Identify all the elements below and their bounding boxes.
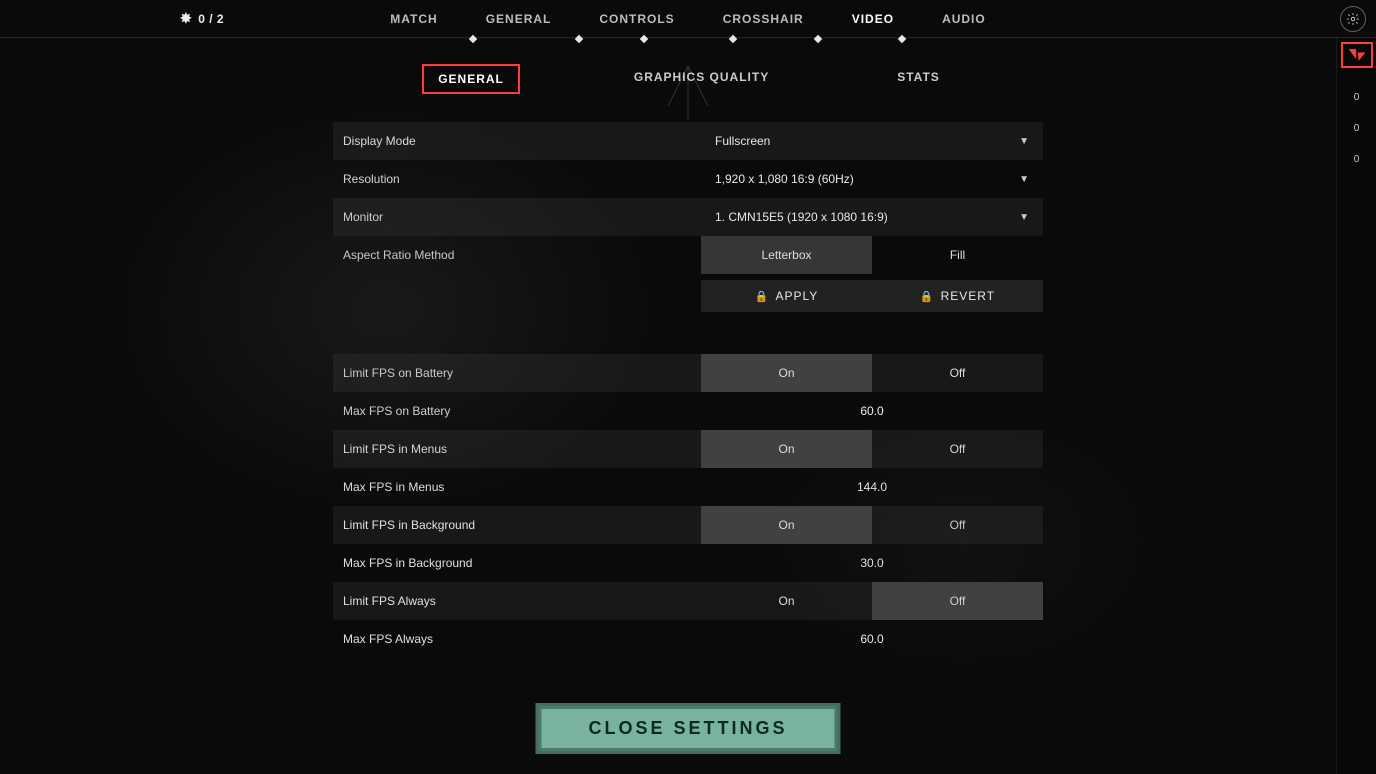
limit-fps-battery-off[interactable]: Off (872, 354, 1043, 392)
revert-button[interactable]: 🔒 REVERT (872, 280, 1043, 312)
row-limit-fps-always: Limit FPS Always On Off (333, 582, 1043, 620)
row-aspect-ratio: Aspect Ratio Method Letterbox Fill (333, 236, 1043, 274)
apply-button[interactable]: 🔒 APPLY (701, 280, 872, 312)
label-resolution: Resolution (333, 160, 701, 198)
row-limit-fps-battery: Limit FPS on Battery On Off (333, 354, 1043, 392)
limit-fps-menus-on[interactable]: On (701, 430, 872, 468)
subtab-graphics-quality[interactable]: GRAPHICS QUALITY (620, 64, 783, 94)
aspect-ratio-letterbox[interactable]: Letterbox (701, 236, 872, 274)
chevron-down-icon: ▼ (1019, 174, 1029, 185)
row-max-fps-menus: Max FPS in Menus 144.0 (333, 468, 1043, 506)
social-sidebar: 0 0 0 (1336, 38, 1376, 774)
sidebar-count-1: 0 (1354, 92, 1360, 103)
dropdown-display-mode[interactable]: Fullscreen ▼ (701, 122, 1043, 160)
currency-value: 0 / 2 (198, 12, 224, 26)
label-aspect-ratio: Aspect Ratio Method (333, 236, 701, 274)
row-monitor: Monitor 1. CMN15E5 (1920 x 1080 16:9) ▼ (333, 198, 1043, 236)
max-fps-bg-value[interactable]: 30.0 (701, 544, 1043, 582)
row-display-mode: Display Mode Fullscreen ▼ (333, 122, 1043, 160)
row-max-fps-battery: Max FPS on Battery 60.0 (333, 392, 1043, 430)
subtab-general[interactable]: GENERAL (422, 64, 520, 94)
sidebar-count-3: 0 (1354, 154, 1360, 165)
label-monitor: Monitor (333, 198, 701, 236)
row-max-fps-background: Max FPS in Background 30.0 (333, 544, 1043, 582)
tab-match[interactable]: MATCH (390, 12, 437, 26)
top-bar: ✸ 0 / 2 MATCH GENERAL CONTROLS CROSSHAIR… (0, 0, 1376, 38)
max-fps-battery-value[interactable]: 60.0 (701, 392, 1043, 430)
max-fps-menus-value[interactable]: 144.0 (701, 468, 1043, 506)
limit-fps-always-on[interactable]: On (701, 582, 872, 620)
limit-fps-bg-on[interactable]: On (701, 506, 872, 544)
settings-gear-icon[interactable] (1340, 6, 1366, 32)
limit-fps-bg-off[interactable]: Off (872, 506, 1043, 544)
row-limit-fps-menus: Limit FPS in Menus On Off (333, 430, 1043, 468)
aspect-ratio-fill[interactable]: Fill (872, 236, 1043, 274)
spark-icon: ✸ (180, 10, 192, 27)
video-subtabs: GENERAL GRAPHICS QUALITY STATS (0, 64, 1376, 94)
tab-general[interactable]: GENERAL (486, 12, 552, 26)
tab-audio[interactable]: AUDIO (942, 12, 986, 26)
row-limit-fps-background: Limit FPS in Background On Off (333, 506, 1043, 544)
sidebar-count-2: 0 (1354, 123, 1360, 134)
close-settings-button[interactable]: CLOSE SETTINGS (535, 703, 840, 754)
video-settings-panel: Display Mode Fullscreen ▼ Resolution 1,9… (333, 122, 1043, 658)
label-display-mode: Display Mode (333, 122, 701, 160)
dropdown-monitor[interactable]: 1. CMN15E5 (1920 x 1080 16:9) ▼ (701, 198, 1043, 236)
lock-icon: 🔒 (755, 290, 770, 303)
chevron-down-icon: ▼ (1019, 212, 1029, 223)
limit-fps-menus-off[interactable]: Off (872, 430, 1043, 468)
tab-crosshair[interactable]: CROSSHAIR (723, 12, 804, 26)
dropdown-resolution[interactable]: 1,920 x 1,080 16:9 (60Hz) ▼ (701, 160, 1043, 198)
lock-icon: 🔒 (920, 290, 935, 303)
tab-video[interactable]: VIDEO (852, 12, 894, 26)
limit-fps-battery-on[interactable]: On (701, 354, 872, 392)
apply-revert-row: 🔒 APPLY 🔒 REVERT (333, 280, 1043, 312)
max-fps-always-value[interactable]: 60.0 (701, 620, 1043, 658)
game-logo-icon[interactable] (1341, 42, 1373, 68)
chevron-down-icon: ▼ (1019, 136, 1029, 147)
subtab-stats[interactable]: STATS (883, 64, 954, 94)
settings-tabs: MATCH GENERAL CONTROLS CROSSHAIR VIDEO A… (390, 12, 985, 26)
toggle-aspect-ratio: Letterbox Fill (701, 236, 1043, 274)
currency-indicator: ✸ 0 / 2 (180, 10, 224, 27)
limit-fps-always-off[interactable]: Off (872, 582, 1043, 620)
tab-controls[interactable]: CONTROLS (599, 12, 674, 26)
row-resolution: Resolution 1,920 x 1,080 16:9 (60Hz) ▼ (333, 160, 1043, 198)
row-max-fps-always: Max FPS Always 60.0 (333, 620, 1043, 658)
